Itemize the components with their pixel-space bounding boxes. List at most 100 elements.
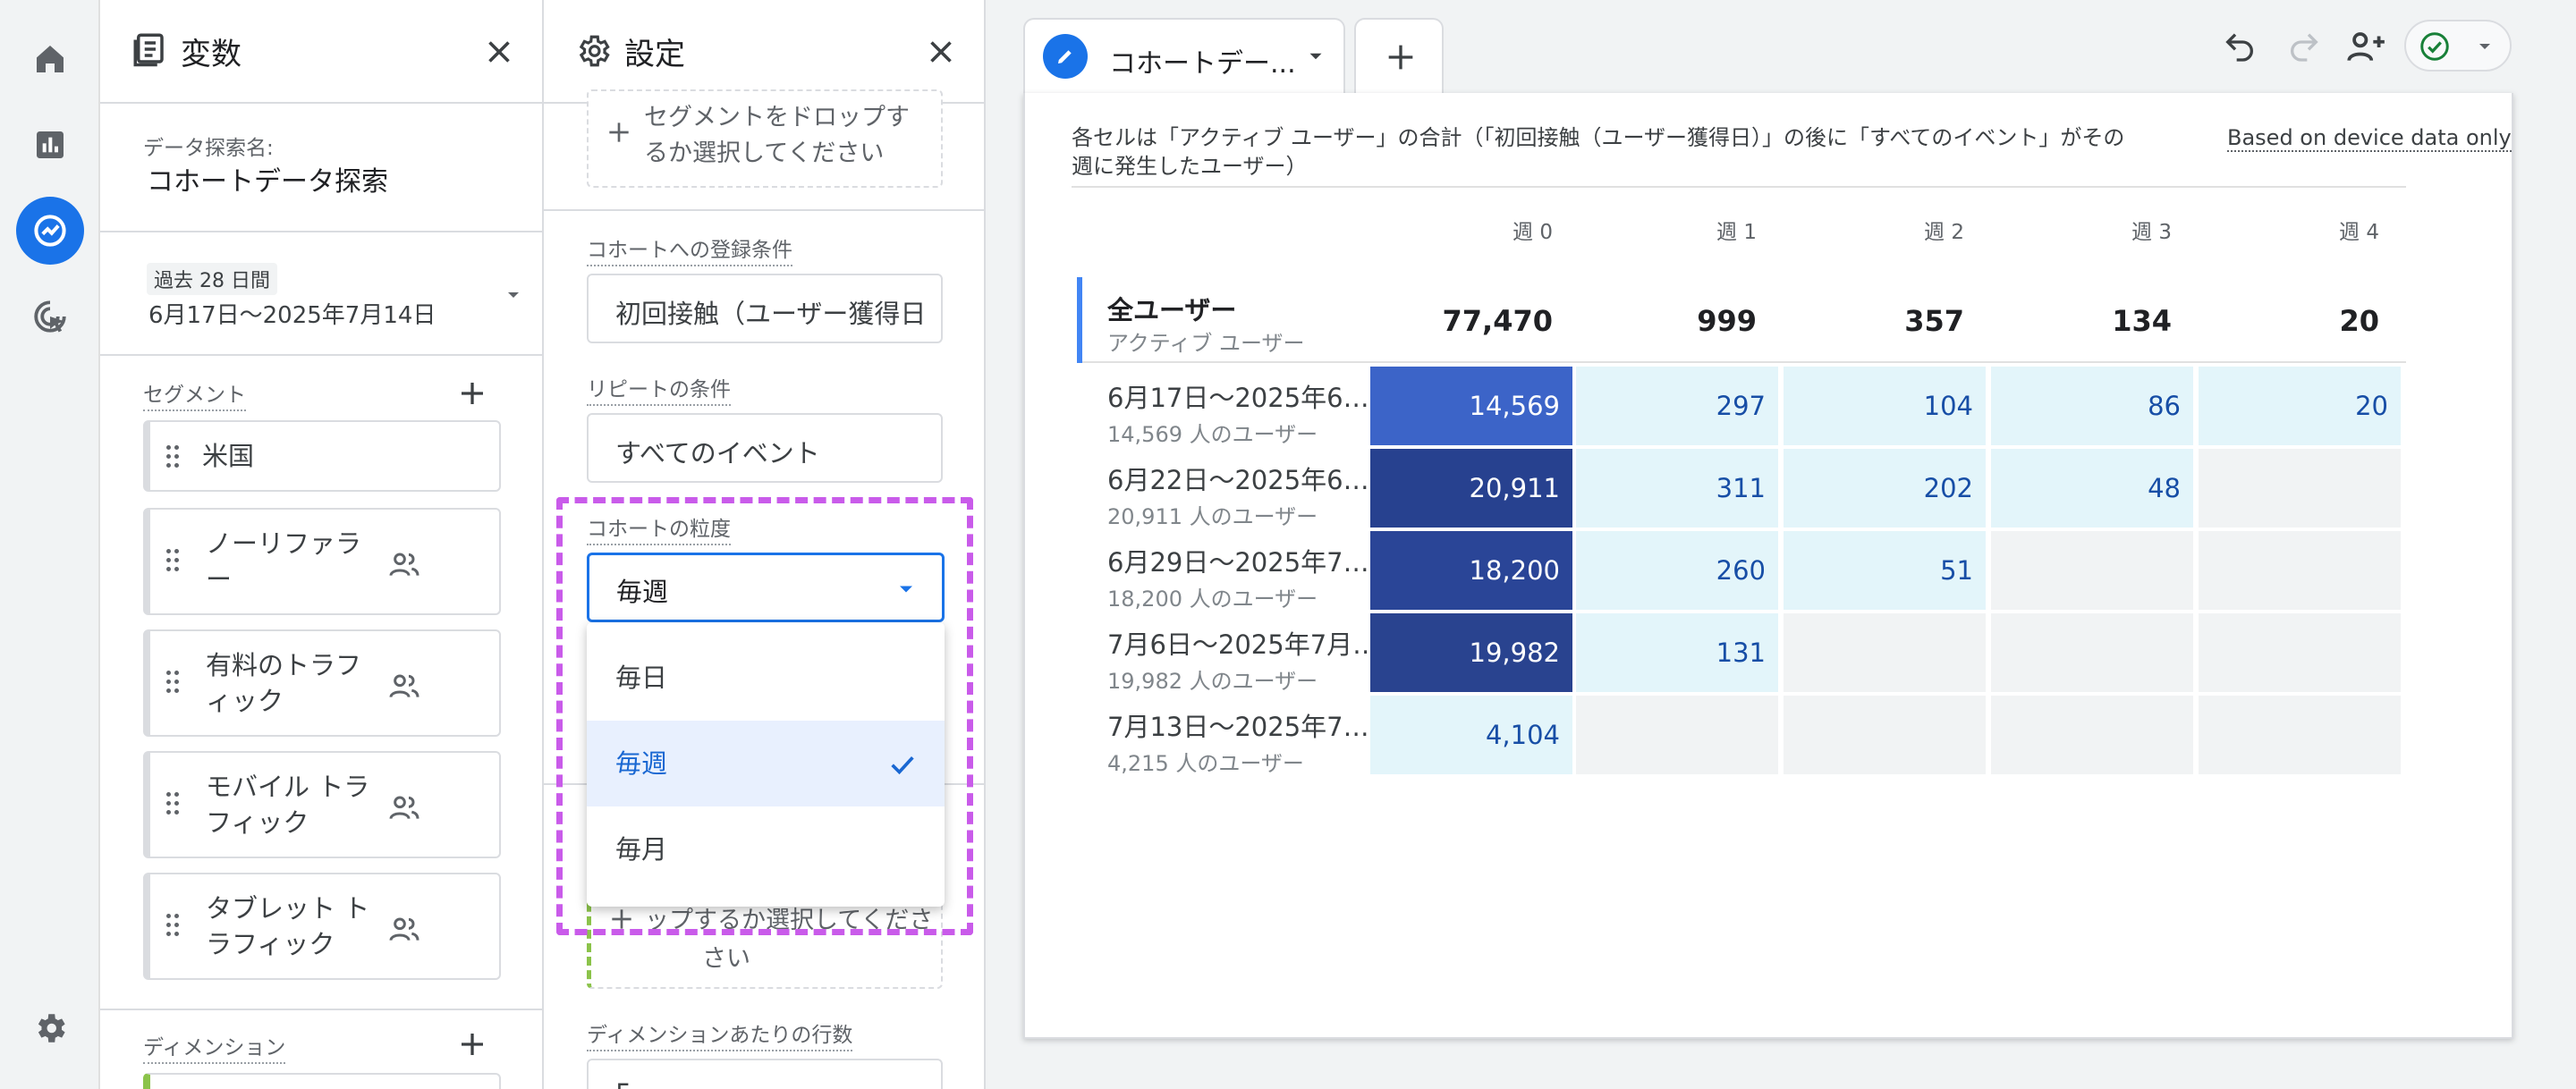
tab-cohort-exploration[interactable]: コホートデー... — [1023, 18, 1345, 93]
undo-icon[interactable] — [2222, 29, 2258, 64]
exploration-name[interactable]: コホートデータ探索 — [147, 159, 388, 198]
cohort-cell[interactable] — [1991, 696, 2193, 774]
add-dimension-plus-icon[interactable] — [456, 1028, 488, 1060]
cohort-cell[interactable] — [2199, 449, 2401, 528]
close-icon[interactable] — [483, 36, 515, 68]
chevron-down-icon[interactable] — [1304, 45, 1327, 68]
dimension-chip[interactable] — [143, 1073, 501, 1089]
status-button[interactable] — [2404, 20, 2512, 72]
redo-icon[interactable] — [2286, 29, 2322, 64]
cohort-cell[interactable]: 4,104 — [1370, 696, 1572, 774]
week-header: 週 3 — [2131, 221, 2172, 244]
rows-per-dimension-field[interactable]: 5 — [587, 1059, 943, 1089]
add-segment-plus-icon[interactable] — [456, 377, 488, 409]
total-value: 134 — [2112, 304, 2172, 338]
date-range-selector[interactable]: 過去 28 日間 6月17日〜2025年7月14日 — [147, 261, 519, 333]
cohort-cell[interactable] — [2199, 613, 2401, 692]
drag-handle-icon[interactable] — [166, 792, 179, 819]
granularity-select[interactable]: 毎週 — [587, 553, 945, 622]
cohort-cell[interactable] — [2199, 531, 2401, 610]
cohort-cell[interactable]: 131 — [1576, 613, 1778, 692]
segment-drop-text: セグメントをドロップするか選択してください — [644, 104, 910, 167]
people-icon — [389, 917, 419, 941]
cohort-cell[interactable]: 48 — [1991, 449, 2193, 528]
total-value: 999 — [1697, 304, 1757, 338]
granularity-option-weekly[interactable]: 毎週 — [587, 721, 945, 806]
cohort-cell[interactable]: 20,911 — [1370, 449, 1572, 528]
rows-per-dimension-section: ディメンションあたりの行数 — [587, 1017, 853, 1051]
cohort-cell[interactable]: 202 — [1784, 449, 1986, 528]
segment-chip[interactable]: ノーリファラー — [143, 508, 501, 615]
segment-label: ノーリファラー — [206, 528, 362, 595]
tab-label: コホートデー... — [1109, 48, 1296, 80]
granularity-option-daily[interactable]: 毎日 — [587, 635, 945, 721]
device-data-note[interactable]: Based on device data only — [2227, 125, 2512, 152]
advertising-icon[interactable] — [16, 283, 84, 350]
bar-chart-icon[interactable] — [16, 111, 84, 179]
week-header: 週 2 — [1924, 221, 1964, 244]
segment-label: タブレット トラフィック — [206, 893, 370, 959]
cohort-cell[interactable] — [1991, 531, 2193, 610]
week-header: 週 4 — [2339, 221, 2379, 244]
return-criteria-section: リピートの条件 — [587, 372, 731, 406]
granularity-option-monthly[interactable]: 毎月 — [587, 806, 945, 892]
drag-handle-icon[interactable] — [166, 914, 179, 941]
people-icon — [389, 674, 419, 698]
check-icon — [891, 756, 914, 775]
granularity-value: 毎週 — [616, 577, 669, 607]
variables-icon — [131, 30, 168, 72]
total-row-accent — [1077, 277, 1082, 363]
add-person-icon[interactable] — [2343, 25, 2388, 70]
cohort-cell[interactable] — [1784, 613, 1986, 692]
cohort-cell[interactable] — [2199, 696, 2401, 774]
cohort-cell[interactable] — [1991, 613, 2193, 692]
date-badge: 過去 28 日間 — [147, 263, 277, 295]
cohort-cell[interactable]: 18,200 — [1370, 531, 1572, 610]
chevron-down-icon — [900, 586, 912, 593]
segment-label: 米国 — [202, 441, 255, 471]
segment-chip[interactable]: モバイル トラフィック — [143, 751, 501, 858]
cohort-cell[interactable]: 311 — [1576, 449, 1778, 528]
segment-chip[interactable]: 有料のトラフィック — [143, 629, 501, 737]
gear-icon[interactable] — [16, 994, 84, 1062]
home-icon[interactable] — [16, 25, 84, 93]
segment-chip[interactable]: 米国 — [143, 420, 501, 492]
cohort-cell[interactable]: 104 — [1784, 367, 1986, 445]
drag-handle-icon[interactable] — [166, 549, 179, 576]
cohort-row-label: 6月22日〜2025年6… 20,911 人のユーザー — [1107, 460, 1369, 530]
total-row: 全ユーザー アクティブ ユーザー 77,470 999 357 134 20 — [1077, 277, 2406, 363]
close-icon[interactable] — [925, 36, 957, 68]
drag-handle-icon[interactable] — [166, 671, 179, 697]
chevron-down-icon — [508, 292, 519, 298]
add-tab-button[interactable] — [1354, 18, 1444, 93]
drag-handle-icon[interactable] — [166, 445, 179, 472]
segment-drop-zone[interactable]: セグメントをドロップするか選択してください — [587, 89, 943, 188]
cohort-cell[interactable] — [1576, 696, 1778, 774]
cohort-cell[interactable]: 20 — [2199, 367, 2401, 445]
cohort-row-title: 6月17日〜2025年6… — [1107, 383, 1369, 413]
segment-label: モバイル トラフィック — [206, 772, 370, 838]
cohort-cell[interactable]: 19,982 — [1370, 613, 1572, 692]
return-criteria-field[interactable]: すべてのイベント — [587, 413, 943, 483]
total-title: 全ユーザー — [1107, 295, 1237, 325]
plus-icon — [612, 909, 631, 929]
segment-chip[interactable]: タブレット トラフィック — [143, 873, 501, 980]
cohort-inclusion-field[interactable]: 初回接触（ユーザー獲得日 — [587, 274, 943, 343]
cohort-row-label: 6月17日〜2025年6… 14,569 人のユーザー — [1107, 377, 1369, 448]
plus-icon — [1388, 45, 1413, 70]
breakdown-drop-text-tail: さい — [702, 945, 750, 973]
cohort-cell[interactable]: 14,569 — [1370, 367, 1572, 445]
left-nav-rail — [0, 0, 100, 1089]
total-value: 357 — [1904, 304, 1964, 338]
breakdown-drop-text: ップするか選択してください — [645, 907, 931, 934]
cohort-cell[interactable] — [1784, 696, 1986, 774]
exploration-name-label: データ探索名: — [143, 137, 274, 160]
explore-icon[interactable] — [16, 197, 84, 265]
cohort-cell[interactable]: 297 — [1576, 367, 1778, 445]
cohort-row-users: 19,982 人のユーザー — [1107, 669, 1318, 694]
cohort-cell[interactable]: 51 — [1784, 531, 1986, 610]
cohort-cell[interactable]: 86 — [1991, 367, 2193, 445]
plus-icon — [609, 122, 629, 142]
cohort-cell[interactable]: 260 — [1576, 531, 1778, 610]
granularity-label: コホートの粒度 — [587, 511, 731, 545]
